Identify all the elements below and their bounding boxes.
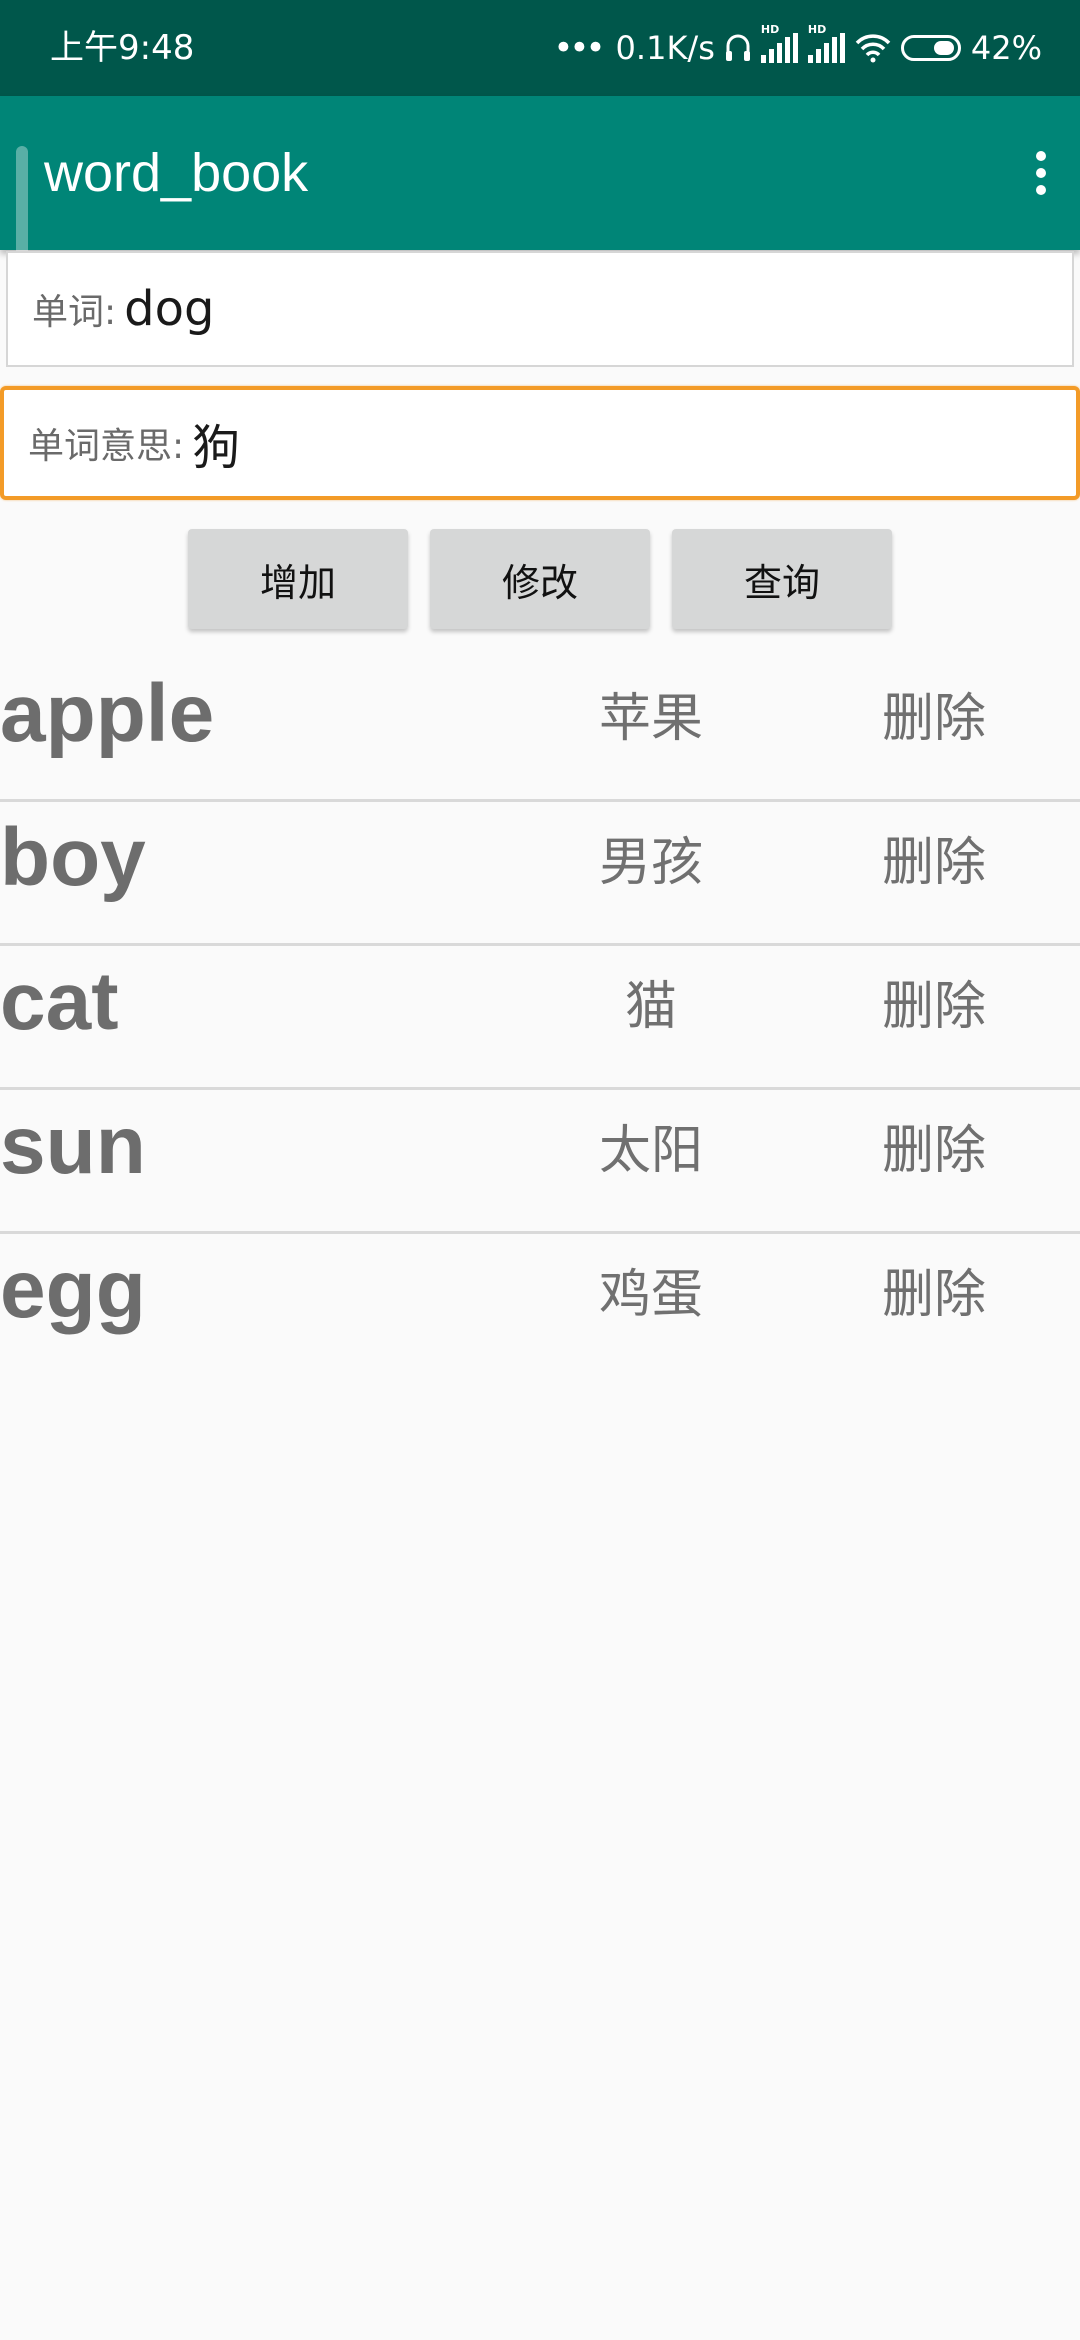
edit-button[interactable]: 修改 <box>430 529 650 629</box>
delete-button[interactable]: 删除 <box>834 1116 1034 1186</box>
add-button[interactable]: 增加 <box>188 529 408 629</box>
network-speed: 0.1K/s <box>615 29 715 67</box>
battery-percent: 42% <box>970 29 1042 67</box>
word-text: sun <box>0 1100 146 1191</box>
query-button[interactable]: 查询 <box>672 529 892 629</box>
more-dots-icon: ••• <box>553 28 605 68</box>
list-item: boy 男孩 删除 <box>0 802 1080 946</box>
word-input[interactable]: dog <box>124 281 214 337</box>
status-time: 上午9:48 <box>50 28 195 68</box>
status-bar: 上午9:48 ••• 0.1K/s HD HD 42% <box>0 0 1080 96</box>
signal-hd-icon: HD <box>807 23 845 63</box>
list-item: apple 苹果 删除 <box>0 658 1080 802</box>
delete-button[interactable]: 删除 <box>834 972 1034 1042</box>
word-text: boy <box>0 812 146 903</box>
more-vert-icon[interactable] <box>1026 143 1056 203</box>
status-icons: ••• 0.1K/s HD HD 42% <box>553 23 1042 72</box>
meaning-text: 太阳 <box>598 1121 703 1181</box>
meaning-label: 单词意思: <box>28 426 185 467</box>
word-text: apple <box>0 668 215 759</box>
app-bar: word_book <box>0 96 1080 250</box>
app-title: word_book <box>44 143 309 203</box>
delete-button[interactable]: 删除 <box>834 1260 1034 1330</box>
delete-button[interactable]: 删除 <box>834 828 1034 898</box>
meaning-text: 鸡蛋 <box>598 1265 703 1325</box>
battery-icon <box>900 35 961 61</box>
wifi-icon <box>855 34 891 63</box>
headset-icon <box>725 34 750 61</box>
list-item: cat 猫 删除 <box>0 946 1080 1090</box>
meaning-text: 苹果 <box>598 689 703 749</box>
battery-level-fill <box>933 41 954 55</box>
meaning-text: 猫 <box>624 977 677 1037</box>
word-field[interactable]: 单词: dog <box>6 251 1074 367</box>
word-text: egg <box>0 1244 146 1335</box>
delete-button[interactable]: 删除 <box>834 684 1034 754</box>
meaning-input[interactable]: 狗 <box>192 408 240 478</box>
list-item: egg 鸡蛋 删除 <box>0 1234 1080 1375</box>
word-label: 单词: <box>32 292 117 333</box>
word-text: cat <box>0 956 119 1047</box>
signal-hd-icon: HD <box>760 23 798 63</box>
meaning-text: 男孩 <box>598 833 703 893</box>
word-list: apple 苹果 删除 boy 男孩 删除 cat 猫 删除 sun 太阳 删除… <box>0 658 1080 1375</box>
list-item: sun 太阳 删除 <box>0 1090 1080 1234</box>
meaning-field[interactable]: 单词意思: 狗 <box>0 386 1080 500</box>
